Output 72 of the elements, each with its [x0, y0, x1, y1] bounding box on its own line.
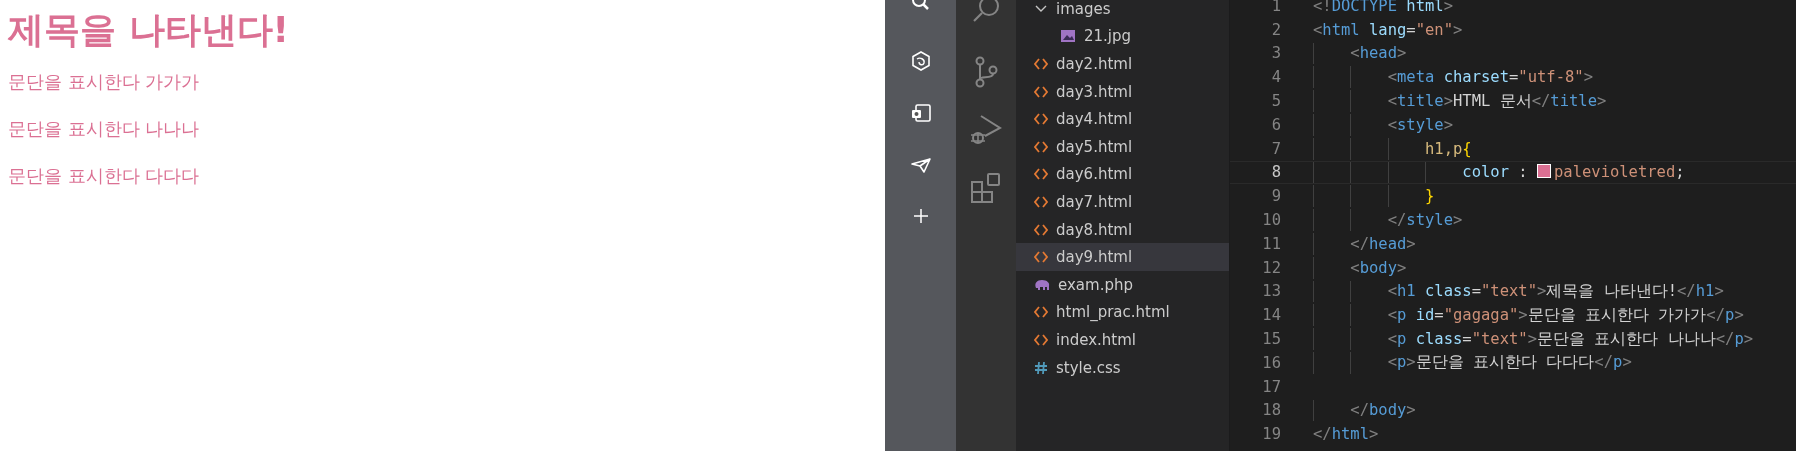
line-number: 1: [1270, 0, 1281, 15]
code-line: </body>: [1349, 401, 1416, 420]
code-brackets-icon: [1034, 195, 1048, 208]
code-line: </html>: [1313, 425, 1379, 444]
line-number: 17: [1261, 377, 1281, 396]
code-brackets-icon: [1034, 168, 1048, 181]
page-heading: 제목을 나타낸다!: [8, 8, 290, 52]
elephant-icon: [1034, 278, 1050, 291]
page-paragraph: 문단을 표시한다 나나나: [8, 117, 201, 142]
image-file-icon: [1060, 29, 1076, 44]
file-item[interactable]: exam.php: [1016, 270, 1229, 299]
file-item[interactable]: index.html: [1016, 326, 1229, 354]
code-line: <p class="text">문단을 표시한다 나나나</p>: [1386, 328, 1754, 350]
code-line: <head>: [1349, 44, 1407, 63]
line-number: 15: [1261, 330, 1281, 349]
file-item[interactable]: day7.html: [1016, 188, 1229, 216]
run-debug-icon[interactable]: [970, 114, 1002, 146]
line-number: 18: [1261, 401, 1281, 420]
code-brackets-icon: [1034, 306, 1048, 319]
code-line: <p>문단을 표시한다 다다다</p>: [1386, 352, 1632, 374]
file-item[interactable]: images: [1016, 0, 1229, 23]
mail-icon[interactable]: [909, 102, 932, 124]
hexagon-icon[interactable]: [909, 50, 932, 72]
file-item[interactable]: style.css: [1016, 353, 1229, 382]
code-line: h1,p{: [1423, 139, 1472, 158]
line-number: 16: [1261, 353, 1281, 372]
code-brackets-icon: [1034, 223, 1048, 236]
code-line: <meta charset="utf-8">: [1386, 68, 1593, 87]
line-number: 2: [1270, 20, 1281, 39]
line-number: 5: [1270, 92, 1281, 111]
page-paragraph: 문단을 표시한다 가가가: [8, 70, 201, 95]
code-brackets-icon: [1034, 113, 1048, 126]
code-brackets-icon: [1034, 251, 1048, 264]
line-number: 19: [1261, 425, 1281, 444]
code-line: <html lang="en">: [1313, 20, 1463, 39]
code-brackets-icon: [1034, 140, 1048, 153]
file-item[interactable]: day8.html: [1016, 215, 1229, 244]
file-item[interactable]: day6.html: [1016, 160, 1229, 189]
line-number: 8: [1270, 163, 1281, 182]
code-line: color : palevioletred;: [1461, 163, 1685, 182]
code-line: </style>: [1386, 211, 1463, 230]
code-line: <p id="gagaga">문단을 표시한다 가가가</p>: [1386, 304, 1744, 326]
code-line: </head>: [1349, 234, 1416, 253]
line-number: 6: [1270, 115, 1281, 134]
file-item[interactable]: day2.html: [1016, 50, 1229, 78]
file-item[interactable]: day9.html: [1016, 243, 1229, 271]
line-number: 12: [1261, 258, 1281, 277]
page-paragraph: 문단을 표시한다 다다다: [8, 164, 201, 189]
line-number: 14: [1261, 306, 1281, 325]
file-item[interactable]: html_prac.html: [1016, 298, 1229, 327]
code-line: <title>HTML 문서</title>: [1386, 90, 1607, 112]
code-line: <style>: [1386, 115, 1453, 134]
hash-icon: [1034, 360, 1048, 375]
file-item[interactable]: day4.html: [1016, 105, 1229, 133]
code-brackets-icon: [1034, 85, 1048, 98]
extensions-icon[interactable]: [970, 172, 1002, 204]
code-brackets-icon: [1034, 333, 1048, 346]
line-number: 3: [1270, 44, 1281, 63]
code-brackets-icon: [1034, 58, 1048, 70]
file-item[interactable]: 21.jpg: [1016, 22, 1229, 51]
line-number: 9: [1270, 187, 1281, 206]
line-number: 13: [1261, 282, 1281, 301]
line-number: 4: [1270, 68, 1281, 87]
file-item[interactable]: day5.html: [1016, 132, 1229, 161]
file-item[interactable]: day3.html: [1016, 77, 1229, 106]
line-number: 11: [1261, 234, 1281, 253]
code-line: <h1 class="text">제목을 나타낸다!</h1>: [1386, 280, 1724, 302]
line-number: 7: [1270, 139, 1281, 158]
code-line: }: [1423, 187, 1435, 206]
line-number: 10: [1261, 211, 1281, 230]
code-line: <body>: [1349, 258, 1407, 277]
search-icon[interactable]: [910, 0, 931, 12]
